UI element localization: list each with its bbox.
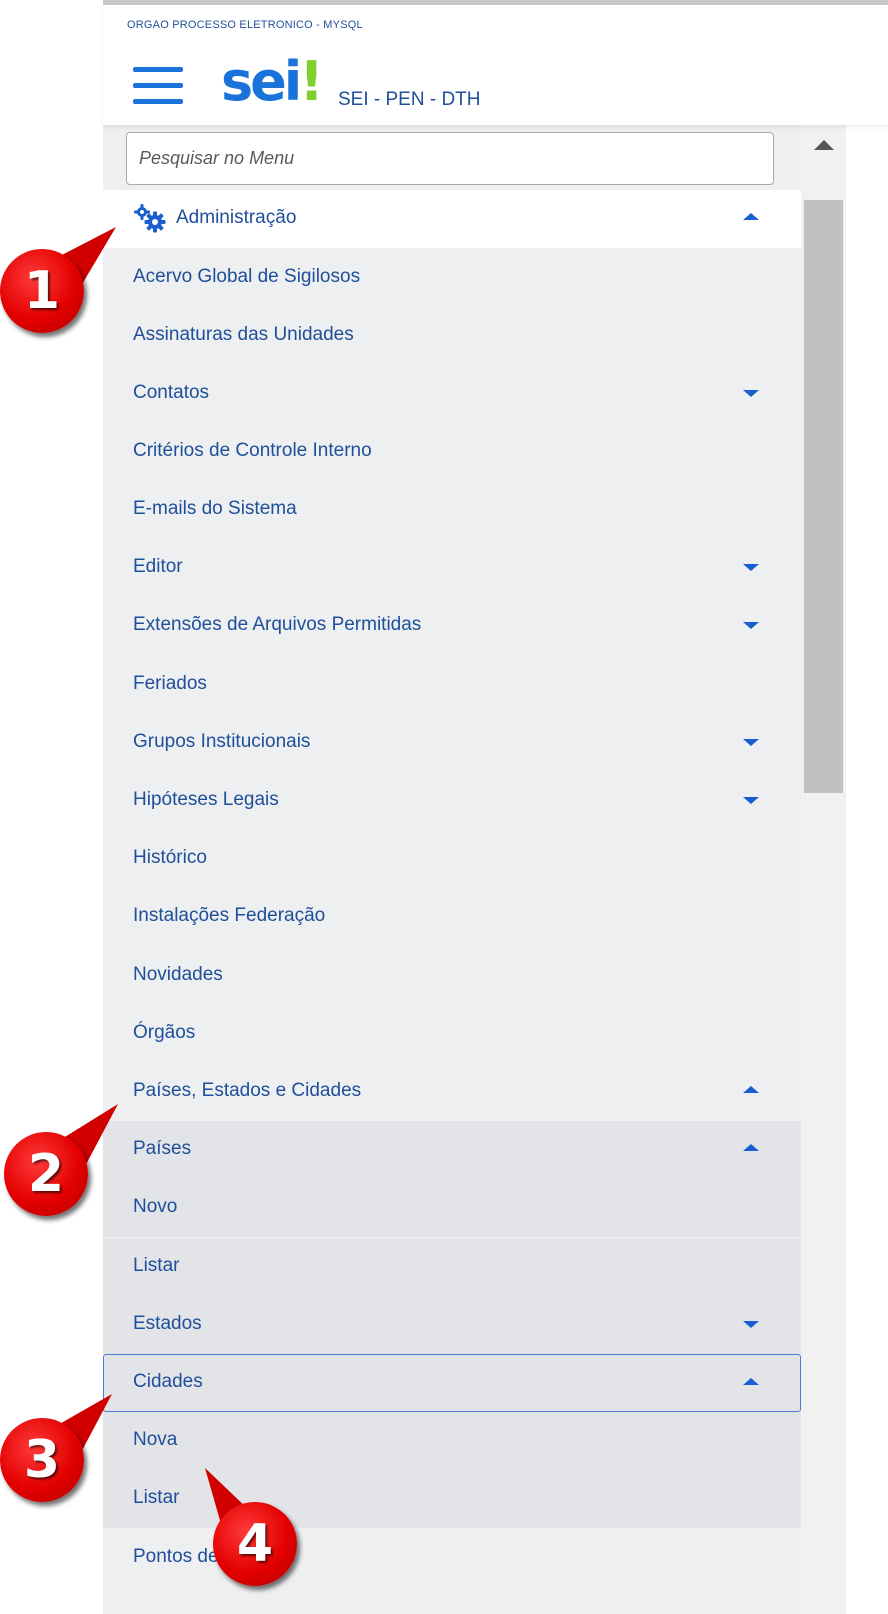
menu-item-label: Hipóteses Legais xyxy=(133,789,279,810)
menu-item-contatos[interactable]: Contatos xyxy=(103,365,801,423)
menu-item-label: Cidades xyxy=(133,1371,203,1392)
menu-item-editor[interactable]: Editor xyxy=(103,539,801,597)
org-name: ORGAO PROCESSO ELETRONICO - MYSQL xyxy=(127,19,363,31)
menu-item-label: Instalações Federação xyxy=(133,905,326,926)
menu-item-paises-listar[interactable]: Listar xyxy=(103,1238,801,1296)
hamburger-menu-icon[interactable] xyxy=(133,67,183,109)
menu-search-input[interactable] xyxy=(126,132,774,185)
menu-item-label: Editor xyxy=(133,556,183,577)
menu-item-instalacoes-federacao[interactable]: Instalações Federação xyxy=(103,888,801,946)
menu-item-label: Nova xyxy=(133,1429,178,1450)
menu-item-grupos-institucionais[interactable]: Grupos Institucionais xyxy=(103,714,801,772)
menu-item-label: Critérios de Controle Interno xyxy=(133,440,372,461)
menu-item-label: Feriados xyxy=(133,673,207,694)
menu-item-label: Órgãos xyxy=(133,1022,196,1043)
menu-item-label: Estados xyxy=(133,1313,202,1334)
sei-app: ORGAO PROCESSO ELETRONICO - MYSQL sei! S… xyxy=(103,0,888,1614)
menu-item-pontos-de-controle[interactable]: Pontos de Controle xyxy=(103,1529,801,1587)
annotation-badge-4: 4 xyxy=(205,1468,297,1586)
caret-up-icon xyxy=(743,1144,759,1151)
caret-down-icon xyxy=(743,622,759,629)
caret-down-icon xyxy=(743,390,759,397)
menu-item-orgaos[interactable]: Órgãos xyxy=(103,1005,801,1063)
menu-item-label: Países, Estados e Cidades xyxy=(133,1080,362,1101)
sei-logo[interactable]: sei! xyxy=(221,47,324,117)
caret-down-icon xyxy=(743,1321,759,1328)
menu-item-novidades[interactable]: Novidades xyxy=(103,947,801,1005)
caret-down-icon xyxy=(743,564,759,571)
menu-item-extensoes-de-arquivos-permitidas[interactable]: Extensões de Arquivos Permitidas xyxy=(103,597,801,655)
annotation-badge-3: 3 xyxy=(0,1394,112,1502)
menu-item-cidades[interactable]: Cidades xyxy=(103,1354,801,1412)
menu-item-label: Grupos Institucionais xyxy=(133,731,311,752)
menu-item-acervo-global-de-sigilosos[interactable]: Acervo Global de Sigilosos xyxy=(103,249,801,307)
menu-item-label: Acervo Global de Sigilosos xyxy=(133,266,361,287)
caret-up-icon xyxy=(743,1378,759,1385)
menu-item-label: Novidades xyxy=(133,964,223,985)
instance-name: SEI - PEN - DTH xyxy=(338,89,481,110)
menu-item-label: Histórico xyxy=(133,847,207,868)
menu-item-paises-novo[interactable]: Novo xyxy=(103,1179,801,1237)
caret-down-icon xyxy=(743,797,759,804)
menu-section-administracao[interactable]: Administração xyxy=(103,190,801,248)
menu-item-paises[interactable]: Países xyxy=(103,1121,801,1179)
menu-item-assinaturas-das-unidades[interactable]: Assinaturas das Unidades xyxy=(103,307,801,365)
annotation-badge-1: 1 xyxy=(0,227,116,333)
menu-item-label: Assinaturas das Unidades xyxy=(133,324,354,345)
menu-item-label: Extensões de Arquivos Permitidas xyxy=(133,614,422,635)
menu-item-criterios-de-controle-interno[interactable]: Critérios de Controle Interno xyxy=(103,423,801,481)
caret-down-icon xyxy=(743,739,759,746)
side-menu: Administração Acervo Global de Sigilosos… xyxy=(103,125,821,1614)
menu-item-label: Listar xyxy=(133,1255,180,1276)
menu-item-label: E-mails do Sistema xyxy=(133,498,297,519)
annotation-badge-2: 2 xyxy=(4,1104,118,1216)
caret-up-icon xyxy=(743,213,759,220)
menu-item-cidades-nova[interactable]: Nova xyxy=(103,1412,801,1470)
menu-item-label: Listar xyxy=(133,1487,180,1508)
menu-item-estados[interactable]: Estados xyxy=(103,1296,801,1354)
scrollbar-thumb[interactable] xyxy=(804,200,843,793)
menu-section-label: Administração xyxy=(176,207,297,228)
menu-item-feriados[interactable]: Feriados xyxy=(103,656,801,714)
menu-scrollbar[interactable] xyxy=(801,125,846,1614)
menu-item-paises-estados-e-cidades[interactable]: Países, Estados e Cidades xyxy=(103,1063,801,1121)
menu-item-historico[interactable]: Histórico xyxy=(103,830,801,888)
menu-item-hipoteses-legais[interactable]: Hipóteses Legais xyxy=(103,772,801,830)
menu-item-label: Contatos xyxy=(133,382,210,403)
menu-item-cidades-listar[interactable]: Listar xyxy=(103,1470,801,1528)
menu-item-emails-do-sistema[interactable]: E-mails do Sistema xyxy=(103,481,801,539)
caret-up-icon xyxy=(743,1086,759,1093)
menu-item-label: Novo xyxy=(133,1196,178,1217)
menu-item-label: Países xyxy=(133,1138,192,1159)
app-header: ORGAO PROCESSO ELETRONICO - MYSQL sei! S… xyxy=(103,5,888,125)
scroll-up-arrow-icon[interactable] xyxy=(814,140,834,150)
gears-icon xyxy=(134,204,166,233)
